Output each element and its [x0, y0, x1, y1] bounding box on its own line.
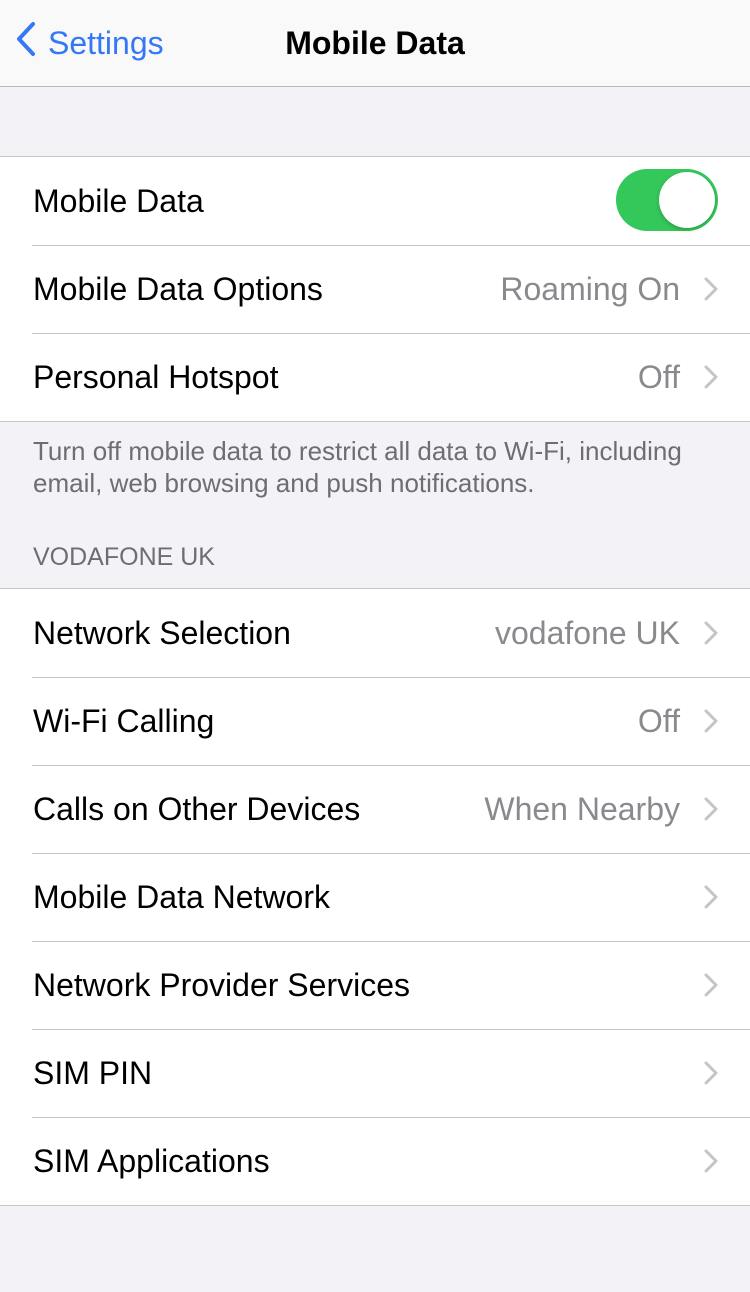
- row-mobile-data: Mobile Data: [0, 157, 750, 245]
- chevron-right-icon: [704, 973, 718, 1002]
- row-label: Mobile Data Options: [33, 270, 323, 307]
- row-label: Personal Hotspot: [33, 358, 279, 395]
- mobile-data-toggle[interactable]: [616, 169, 718, 231]
- row-label: Network Selection: [33, 614, 291, 651]
- row-label: Calls on Other Devices: [33, 790, 361, 827]
- row-wifi-calling[interactable]: Wi-Fi Calling Off: [0, 677, 750, 765]
- row-label: Mobile Data Network: [33, 878, 330, 915]
- row-value: vodafone UK: [494, 614, 680, 651]
- navigation-bar: Settings Mobile Data: [0, 0, 750, 87]
- chevron-right-icon: [704, 365, 718, 394]
- row-value: Roaming On: [500, 270, 680, 307]
- row-label: SIM Applications: [33, 1142, 270, 1179]
- chevron-right-icon: [704, 885, 718, 914]
- chevron-right-icon: [704, 277, 718, 306]
- carrier-group: Network Selection vodafone UK Wi-Fi Call…: [0, 588, 750, 1206]
- mobile-data-footer-note: Turn off mobile data to restrict all dat…: [33, 436, 682, 498]
- chevron-left-icon: [16, 21, 48, 65]
- row-value: Off: [637, 358, 680, 395]
- row-value: Off: [637, 702, 680, 739]
- row-network-provider-services[interactable]: Network Provider Services: [0, 941, 750, 1029]
- row-label: SIM PIN: [33, 1054, 153, 1091]
- chevron-right-icon: [704, 1149, 718, 1178]
- row-label: Wi-Fi Calling: [33, 702, 215, 739]
- chevron-right-icon: [704, 621, 718, 650]
- row-mobile-data-options[interactable]: Mobile Data Options Roaming On: [0, 245, 750, 333]
- chevron-right-icon: [704, 1061, 718, 1090]
- row-sim-pin[interactable]: SIM PIN: [0, 1029, 750, 1117]
- row-sim-applications[interactable]: SIM Applications: [0, 1117, 750, 1205]
- chevron-right-icon: [704, 797, 718, 826]
- row-value: When Nearby: [484, 790, 680, 827]
- row-label: Mobile Data: [33, 182, 204, 219]
- row-label: Network Provider Services: [33, 966, 410, 1003]
- back-button[interactable]: Settings: [16, 18, 164, 68]
- chevron-right-icon: [704, 709, 718, 738]
- row-network-selection[interactable]: Network Selection vodafone UK: [0, 589, 750, 677]
- row-mobile-data-network[interactable]: Mobile Data Network: [0, 853, 750, 941]
- row-personal-hotspot[interactable]: Personal Hotspot Off: [0, 333, 750, 421]
- toggle-knob: [659, 172, 715, 228]
- row-calls-on-other-devices[interactable]: Calls on Other Devices When Nearby: [0, 765, 750, 853]
- mobile-data-group: Mobile Data Mobile Data Options Roaming …: [0, 156, 750, 422]
- section-header-carrier: VODAFONE UK: [33, 543, 215, 571]
- back-label: Settings: [48, 24, 164, 61]
